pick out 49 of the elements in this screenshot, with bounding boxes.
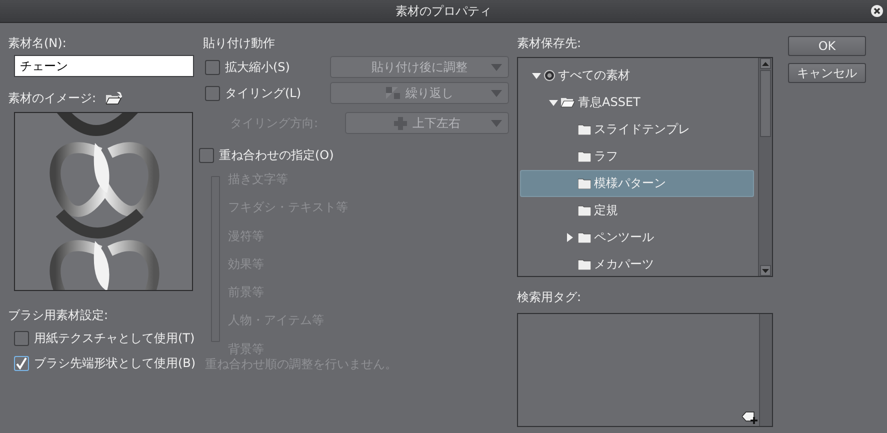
- open-folder-icon[interactable]: [106, 92, 122, 105]
- tree-item[interactable]: すべての素材: [520, 62, 754, 89]
- caret-down-icon[interactable]: [532, 72, 540, 78]
- checkbox[interactable]: [14, 330, 29, 346]
- tree-item[interactable]: 定規: [520, 197, 754, 224]
- checkbox-label: 拡大縮小(S): [225, 58, 290, 76]
- section-label: 素材保存先:: [517, 35, 582, 52]
- caret-icon: [491, 64, 502, 71]
- folder-icon: [578, 232, 591, 243]
- tree-item[interactable]: 模様パターン: [520, 170, 754, 197]
- section-label: 貼り付け動作: [203, 35, 276, 52]
- window-title: 素材のプロパティ: [396, 2, 492, 20]
- section-label: ブラシ用素材設定:: [8, 307, 110, 324]
- scroll-down-icon[interactable]: [762, 268, 769, 272]
- checkbox-label: タイリング(L): [225, 84, 302, 102]
- folder-icon: [578, 259, 591, 270]
- name-field[interactable]: チェーン: [14, 55, 194, 77]
- tree-item[interactable]: ラフ: [520, 143, 754, 170]
- folder-icon: [578, 178, 591, 189]
- checkbox[interactable]: [14, 356, 29, 370]
- tree-item[interactable]: ペンツール: [520, 224, 754, 251]
- checkbox-label: ブラシ先端形状として使用(B): [34, 354, 196, 372]
- folder-icon: [578, 151, 591, 162]
- scroll-up-icon[interactable]: [762, 62, 769, 66]
- dialog-button[interactable]: キャンセル: [788, 63, 866, 83]
- tree-item[interactable]: メカパーツ: [520, 251, 754, 276]
- tree-item[interactable]: 青息ASSET: [520, 89, 754, 116]
- field-label: 素材名(N):: [8, 35, 68, 52]
- tile-icon: [386, 87, 400, 99]
- checkbox-label: 用紙テクスチャとして使用(T): [34, 330, 195, 346]
- caret-down-icon[interactable]: [548, 100, 558, 106]
- folder-icon: [578, 124, 591, 135]
- cross-icon: [394, 116, 406, 130]
- image-label: 素材のイメージ:: [8, 90, 96, 107]
- dialog-button[interactable]: OK: [788, 36, 866, 56]
- folder-icon: [578, 205, 591, 216]
- scrollbar[interactable]: [759, 314, 772, 426]
- scroll-thumb[interactable]: [760, 70, 771, 137]
- folder-icon: [561, 97, 575, 108]
- checkbox-label: 重ね合わせの指定(O): [219, 146, 334, 164]
- scrollbar[interactable]: [758, 58, 772, 276]
- caret-icon: [491, 120, 502, 127]
- close-icon[interactable]: [871, 5, 883, 17]
- tree-item[interactable]: スライドテンプレ: [520, 116, 754, 143]
- caret-icon: [491, 90, 502, 97]
- add-tag-icon[interactable]: [742, 411, 758, 424]
- section-label: 検索用タグ:: [517, 289, 582, 306]
- caret-right-icon[interactable]: [567, 233, 573, 242]
- disc-icon: [544, 70, 555, 81]
